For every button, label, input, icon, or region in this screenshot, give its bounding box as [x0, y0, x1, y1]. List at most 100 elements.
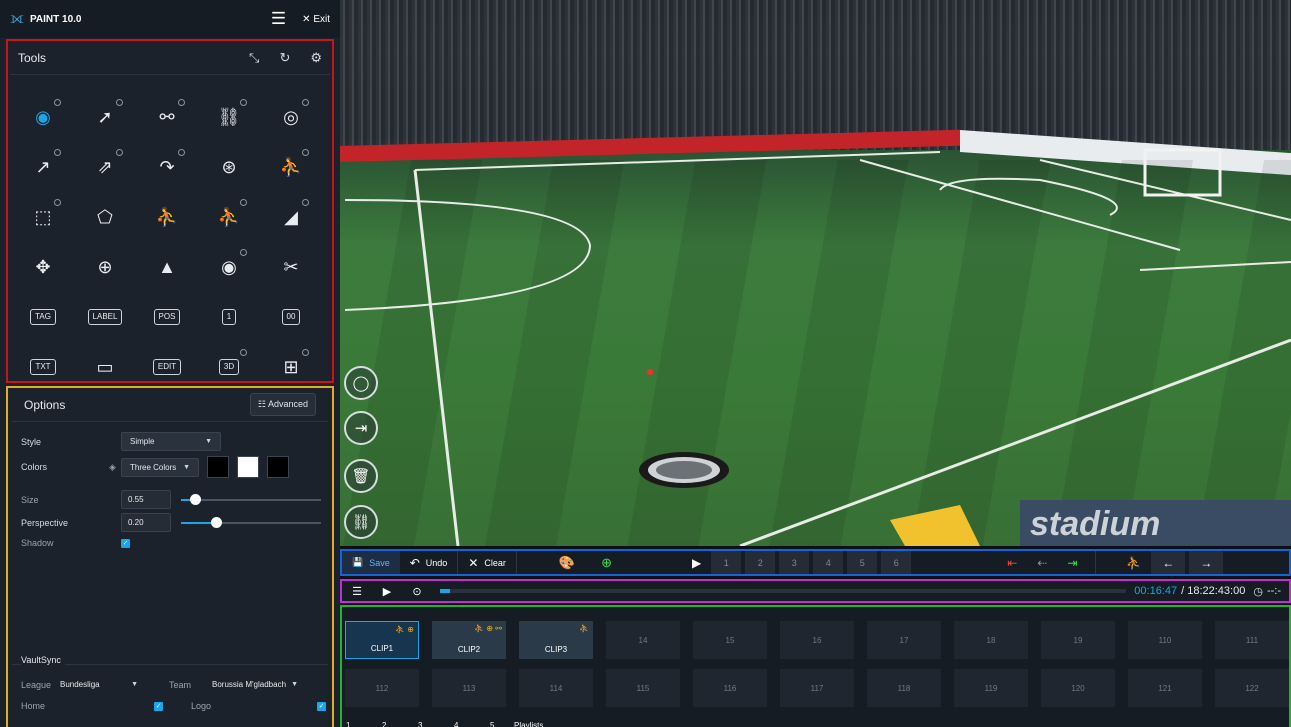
- player-run-tool-icon[interactable]: ⛹: [202, 199, 256, 233]
- clip-slot[interactable]: 110: [1128, 621, 1202, 659]
- page-tab[interactable]: 2: [382, 721, 386, 727]
- clip-slot[interactable]: 115: [606, 669, 680, 707]
- hamburger-menu-icon[interactable]: ☰: [271, 9, 286, 29]
- clip-slot[interactable]: 18: [954, 621, 1028, 659]
- undo-button[interactable]: ↶ Undo: [400, 551, 458, 574]
- curved-arrow-tool-icon[interactable]: ↗: [16, 149, 70, 183]
- 3d-text-tool-icon[interactable]: 3D: [202, 349, 256, 383]
- settings-gear-icon[interactable]: ⚙: [310, 50, 322, 66]
- video-frame[interactable]: stadium ◯ ⇥ 🗑 ⛓: [340, 0, 1291, 546]
- camera-2-button[interactable]: 2: [745, 551, 776, 574]
- clip-slot[interactable]: 114: [519, 669, 593, 707]
- player-spot-tool-icon[interactable]: ⛹: [264, 149, 318, 183]
- clip-slot[interactable]: 17: [867, 621, 941, 659]
- frame-select-tool-icon[interactable]: ⬚: [16, 199, 70, 233]
- curve-arrow-tool-icon[interactable]: ↷: [140, 149, 194, 183]
- polygon-tool-icon[interactable]: ⬠: [78, 201, 132, 233]
- run-path-tool-icon[interactable]: ⛹: [140, 201, 194, 233]
- mark-out-icon[interactable]: ⇥: [1057, 551, 1087, 574]
- size-slider[interactable]: [181, 493, 321, 507]
- delete-trash-icon[interactable]: 🗑: [344, 459, 378, 493]
- clip-slot[interactable]: 111: [1215, 621, 1289, 659]
- palette-icon[interactable]: 🎨: [549, 551, 585, 574]
- shadow-checkbox[interactable]: ✓: [121, 538, 130, 548]
- page-tab[interactable]: 3: [418, 721, 422, 727]
- link-chain-tool-icon[interactable]: ⛓: [202, 99, 256, 133]
- style-dropdown[interactable]: Simple ▼: [121, 432, 221, 451]
- home-checkbox[interactable]: ✓: [154, 701, 163, 711]
- screen-tool-icon[interactable]: ▭: [78, 351, 132, 383]
- clip-card[interactable]: CLIP3 ⛹: [519, 621, 593, 659]
- number-label-tool-icon[interactable]: 1: [202, 301, 256, 333]
- connect-players-tool-icon[interactable]: ⚯: [140, 99, 194, 133]
- perspective-input[interactable]: 0.20: [121, 513, 171, 532]
- league-dropdown[interactable]: Bundesliga ▼: [51, 675, 147, 694]
- player-pin-icon[interactable]: ⛹: [1116, 551, 1151, 574]
- edit-tool-icon[interactable]: EDIT: [140, 351, 194, 383]
- player-highlight-tool-icon[interactable]: ⊛: [202, 151, 256, 183]
- clip-slot[interactable]: 15: [693, 621, 767, 659]
- name-label-tool-icon[interactable]: LABEL: [78, 301, 132, 333]
- camera-4-button[interactable]: 4: [813, 551, 844, 574]
- clip-slot[interactable]: 113: [432, 669, 506, 707]
- expand-arrows-icon[interactable]: ⤡: [249, 50, 259, 66]
- clip-slot[interactable]: 117: [780, 669, 854, 707]
- clip-slot[interactable]: 16: [780, 621, 854, 659]
- scoreboard-tool-icon[interactable]: 00: [264, 301, 318, 333]
- camera-1-button[interactable]: 1: [711, 551, 742, 574]
- logo-checkbox[interactable]: ✓: [317, 701, 326, 711]
- clear-button[interactable]: ✕ Clear: [458, 551, 516, 574]
- colors-dropdown[interactable]: Three Colors ▼: [121, 457, 199, 477]
- clip-slot[interactable]: 118: [867, 669, 941, 707]
- exit-button[interactable]: ✕ Exit: [302, 14, 330, 25]
- dashed-arrow-tool-icon[interactable]: ⇗: [78, 149, 132, 183]
- color-swatch-1[interactable]: [207, 456, 229, 478]
- text-tool-icon[interactable]: TXT: [16, 351, 70, 383]
- clip-slot[interactable]: 19: [1041, 621, 1115, 659]
- rotate-3d-icon[interactable]: ↻: [279, 50, 290, 66]
- clip-slot[interactable]: 121: [1128, 669, 1202, 707]
- scissors-tool-icon[interactable]: ✂: [264, 251, 318, 283]
- target-icon[interactable]: ⊕: [591, 551, 622, 574]
- play-button[interactable]: ▶: [372, 585, 402, 598]
- arrow-line-tool-icon[interactable]: ➚: [78, 99, 132, 133]
- clip-slot[interactable]: 112: [345, 669, 419, 707]
- size-input[interactable]: 0.55: [121, 490, 171, 509]
- cone-tool-icon[interactable]: ▲: [140, 251, 194, 283]
- camera-6-button[interactable]: 6: [881, 551, 912, 574]
- clip-card[interactable]: CLIP2 ⛹ ⊕ ⚯: [432, 621, 506, 659]
- page-tab[interactable]: 4: [454, 721, 458, 727]
- position-label-tool-icon[interactable]: POS: [140, 301, 194, 333]
- page-tab[interactable]: 5: [490, 721, 494, 727]
- move-tool-icon[interactable]: ✥: [16, 251, 70, 283]
- team-dropdown[interactable]: Borussia M'gladbach ▼: [203, 675, 307, 694]
- spotlight-tool-icon[interactable]: ◉: [16, 99, 70, 133]
- mark-in-icon[interactable]: ⇤: [997, 551, 1027, 574]
- perspective-slider[interactable]: [181, 516, 321, 530]
- go-to-mark-icon[interactable]: ⇠: [1027, 551, 1057, 574]
- page-tab[interactable]: 1: [346, 721, 350, 727]
- timeline-progress[interactable]: [440, 589, 1127, 593]
- ring-tool-icon[interactable]: ◎: [264, 99, 318, 133]
- clip-slot[interactable]: 120: [1041, 669, 1115, 707]
- clip-card[interactable]: CLIP1 ⛹ ⊕: [345, 621, 419, 659]
- camera-icon[interactable]: ▶: [682, 551, 711, 574]
- zoom-tool-icon[interactable]: ⊕: [78, 251, 132, 283]
- camera-5-button[interactable]: 5: [847, 551, 878, 574]
- playlists-tab[interactable]: Playlists: [514, 721, 543, 727]
- link-icon[interactable]: ⛓: [344, 505, 378, 539]
- clip-slot[interactable]: 14: [606, 621, 680, 659]
- skip-forward-button[interactable]: ⇥: [344, 411, 378, 445]
- eye-view-tool-icon[interactable]: ◉: [202, 249, 256, 283]
- offside-line-tool-icon[interactable]: ◢: [264, 199, 318, 233]
- notes-icon[interactable]: ☰: [342, 585, 372, 598]
- save-button[interactable]: 💾 Save: [342, 551, 400, 574]
- prev-arrow-button[interactable]: ←: [1151, 551, 1186, 574]
- advanced-button[interactable]: ☷ Advanced: [249, 393, 316, 416]
- jump-icon[interactable]: ⊙: [402, 585, 432, 598]
- clip-slot[interactable]: 116: [693, 669, 767, 707]
- tag-label-tool-icon[interactable]: TAG: [16, 301, 70, 333]
- next-arrow-button[interactable]: →: [1189, 551, 1224, 574]
- formation-tool-icon[interactable]: ⊞: [264, 349, 318, 383]
- clip-slot[interactable]: 122: [1215, 669, 1289, 707]
